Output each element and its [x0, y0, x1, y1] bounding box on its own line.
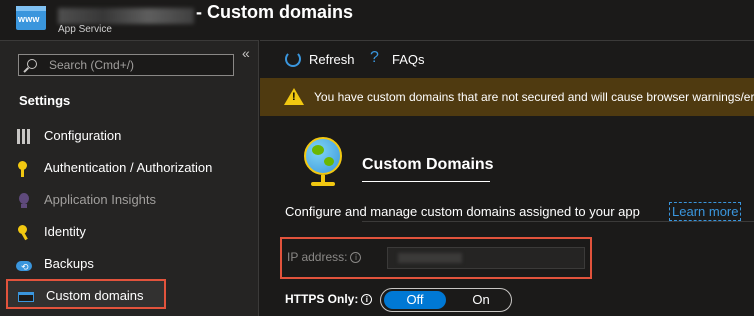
- globe-icon: [302, 137, 348, 189]
- sidebar-item-authentication[interactable]: Authentication / Authorization: [6, 153, 212, 183]
- search-placeholder: Search (Cmd+/): [49, 58, 135, 72]
- key-icon: [16, 161, 32, 177]
- description-text: Configure and manage custom domains assi…: [285, 204, 640, 219]
- sidebar-item-identity[interactable]: Identity: [6, 217, 166, 247]
- collapse-sidebar-icon[interactable]: «: [242, 45, 250, 61]
- https-only-toggle[interactable]: Off On: [380, 288, 512, 312]
- page-title: - Custom domains: [196, 2, 354, 22]
- toggle-on-option[interactable]: On: [453, 291, 509, 309]
- app-service-icon: www: [16, 6, 46, 30]
- sidebar-item-configuration[interactable]: Configuration: [6, 121, 166, 151]
- custom-domains-heading: Custom Domains: [362, 156, 494, 173]
- heading-underline: [362, 181, 490, 182]
- ip-address-label: IP address: i: [287, 250, 362, 264]
- sidebar-item-backups[interactable]: ⟲ Backups: [6, 249, 166, 279]
- ip-address-label-text: IP address:: [287, 250, 348, 264]
- sidebar-item-label: Backups: [44, 256, 94, 271]
- sidebar-item-label: Custom domains: [46, 288, 144, 303]
- redacted-app-name: [58, 8, 194, 24]
- warning-text: You have custom domains that are not sec…: [314, 90, 754, 104]
- refresh-icon[interactable]: [285, 51, 301, 67]
- sidebar: Search (Cmd+/) « Settings Configuration …: [0, 40, 259, 316]
- configuration-icon: [16, 129, 32, 145]
- main-content: Refresh ? FAQs You have custom domains t…: [260, 40, 754, 316]
- sidebar-item-label: Identity: [44, 224, 86, 239]
- warning-icon: [284, 88, 304, 105]
- question-icon[interactable]: ?: [370, 49, 379, 67]
- ip-address-field[interactable]: [387, 247, 585, 269]
- redacted-ip-value: [398, 253, 462, 263]
- warning-banner[interactable]: You have custom domains that are not sec…: [260, 78, 754, 116]
- toolbar: Refresh ? FAQs: [260, 41, 754, 77]
- info-icon[interactable]: i: [350, 252, 362, 263]
- sidebar-item-label: Application Insights: [44, 192, 157, 207]
- refresh-button[interactable]: Refresh: [309, 52, 355, 67]
- custom-domains-icon: [18, 289, 34, 305]
- faqs-button[interactable]: FAQs: [392, 52, 425, 67]
- cloud-backup-icon: ⟲: [16, 257, 32, 273]
- search-icon: [27, 59, 37, 69]
- ip-address-highlight: IP address: i: [280, 237, 592, 279]
- https-only-label: HTTPS Only: i: [285, 292, 373, 306]
- sidebar-item-application-insights[interactable]: Application Insights: [6, 185, 166, 215]
- section-divider: [362, 221, 754, 222]
- info-icon[interactable]: i: [361, 294, 373, 305]
- sidebar-item-label: Authentication / Authorization: [44, 160, 213, 175]
- page-header: www - Custom domains App Service: [0, 0, 754, 40]
- lightbulb-icon: [16, 193, 32, 209]
- sidebar-item-custom-domains[interactable]: Custom domains: [6, 279, 166, 309]
- page-subtitle: App Service: [58, 24, 112, 35]
- settings-section-title: Settings: [19, 93, 71, 108]
- app-icon-text: www: [18, 14, 40, 24]
- sidebar-item-label: Configuration: [44, 128, 122, 143]
- identity-key-icon: [16, 225, 32, 241]
- https-only-label-text: HTTPS Only:: [285, 292, 359, 306]
- learn-more-link[interactable]: Learn more: [669, 202, 742, 221]
- search-input[interactable]: Search (Cmd+/): [18, 54, 234, 76]
- toggle-off-option[interactable]: Off: [384, 291, 446, 309]
